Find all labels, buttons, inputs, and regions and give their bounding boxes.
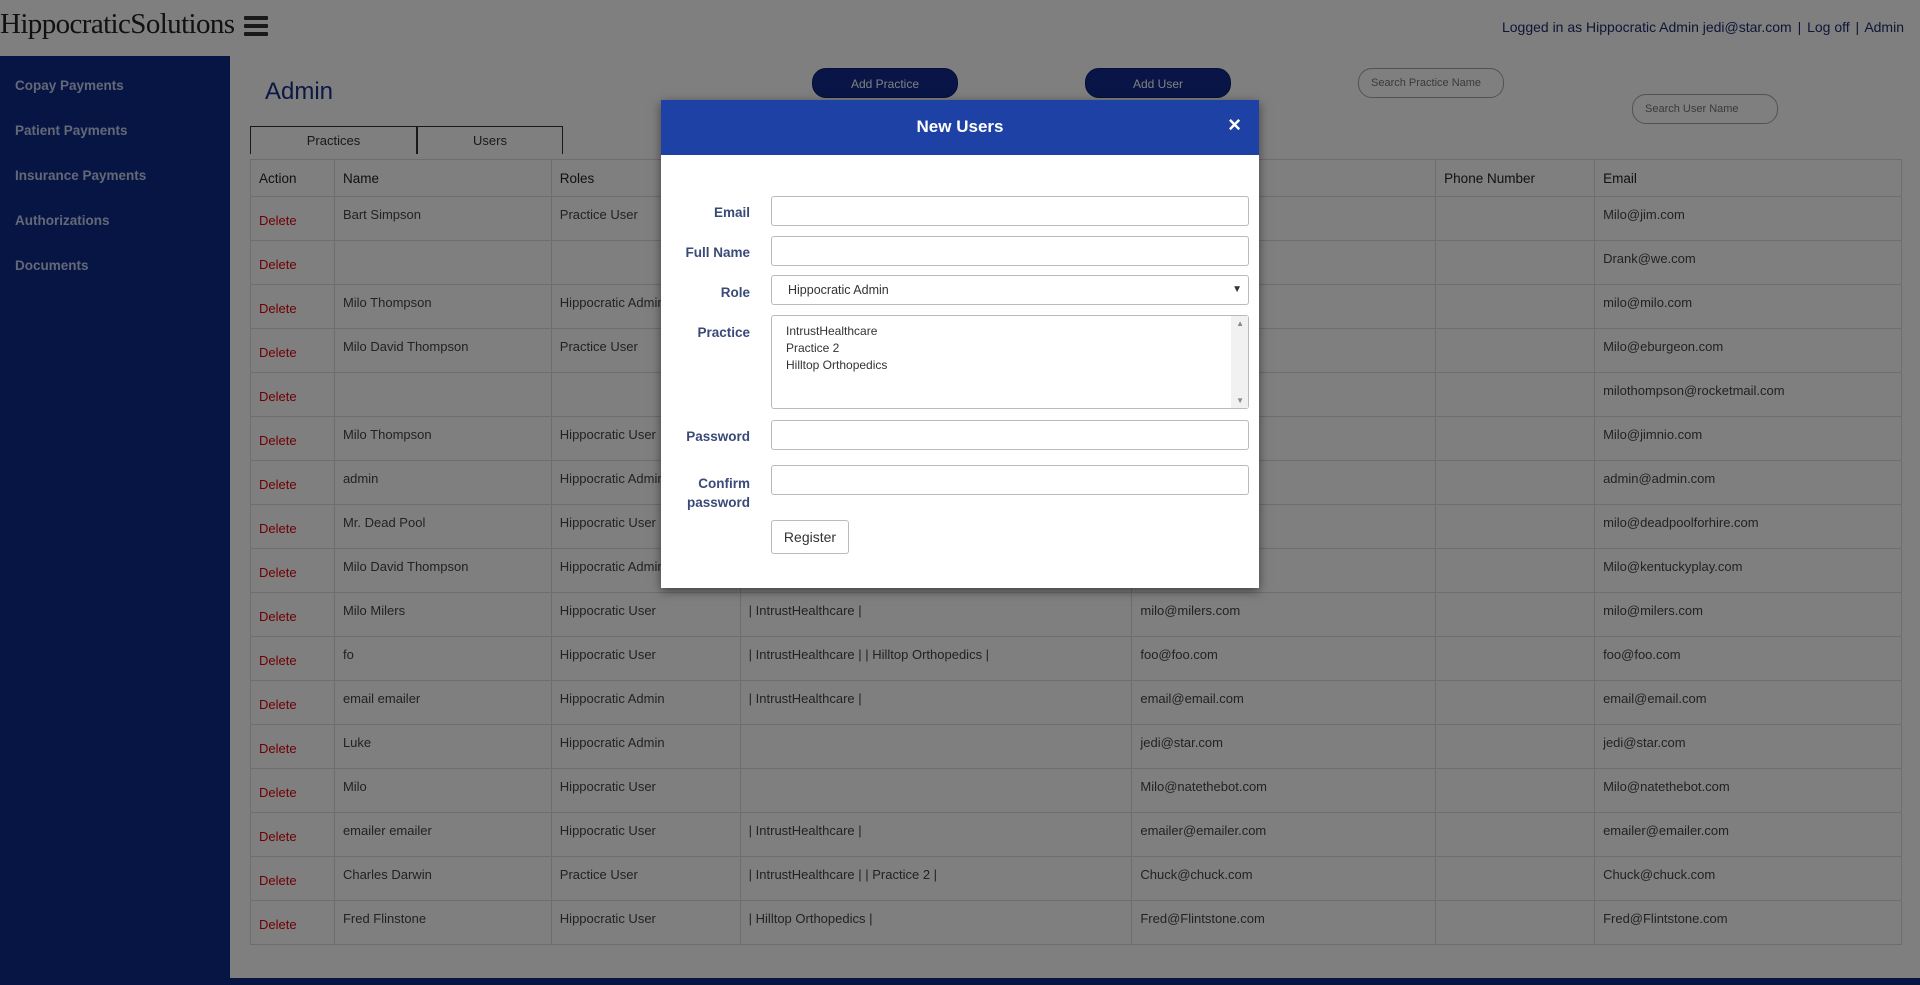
scroll-up-icon[interactable]: ▲ [1236,319,1244,328]
practice-option[interactable]: Practice 2 [786,340,1248,357]
listbox-scrollbar[interactable]: ▲ ▼ [1231,316,1248,408]
scroll-down-icon[interactable]: ▼ [1236,396,1244,405]
password-field[interactable] [771,420,1249,450]
practice-multiselect[interactable]: IntrustHealthcare Practice 2 Hilltop Ort… [771,315,1249,409]
confirm-password-field[interactable] [771,465,1249,495]
practice-option[interactable]: Hilltop Orthopedics [786,357,1248,374]
close-icon[interactable]: × [1228,112,1241,138]
confirm-label-line2: password [686,495,750,510]
modal-title: New Users [916,117,1004,136]
register-button[interactable]: Register [771,520,849,554]
role-selected-value: Hippocratic Admin [788,283,889,297]
email-label: Email [713,205,750,220]
fullname-label: Full Name [685,245,750,260]
role-label: Role [720,285,750,300]
practice-option[interactable]: IntrustHealthcare [786,323,1248,340]
chevron-down-icon: ▼ [1232,284,1242,295]
role-select[interactable]: Hippocratic Admin ▼ [771,275,1249,305]
confirm-password-label: Confirm password [687,474,750,512]
full-name-field[interactable] [771,236,1249,266]
modal-header: New Users × [661,100,1259,155]
practice-label: Practice [697,325,750,340]
email-field[interactable] [771,196,1249,226]
password-label: Password [686,429,750,444]
confirm-label-line1: Confirm [698,476,750,491]
new-user-modal: New Users × Email Full Name Role Hippocr… [661,100,1259,588]
